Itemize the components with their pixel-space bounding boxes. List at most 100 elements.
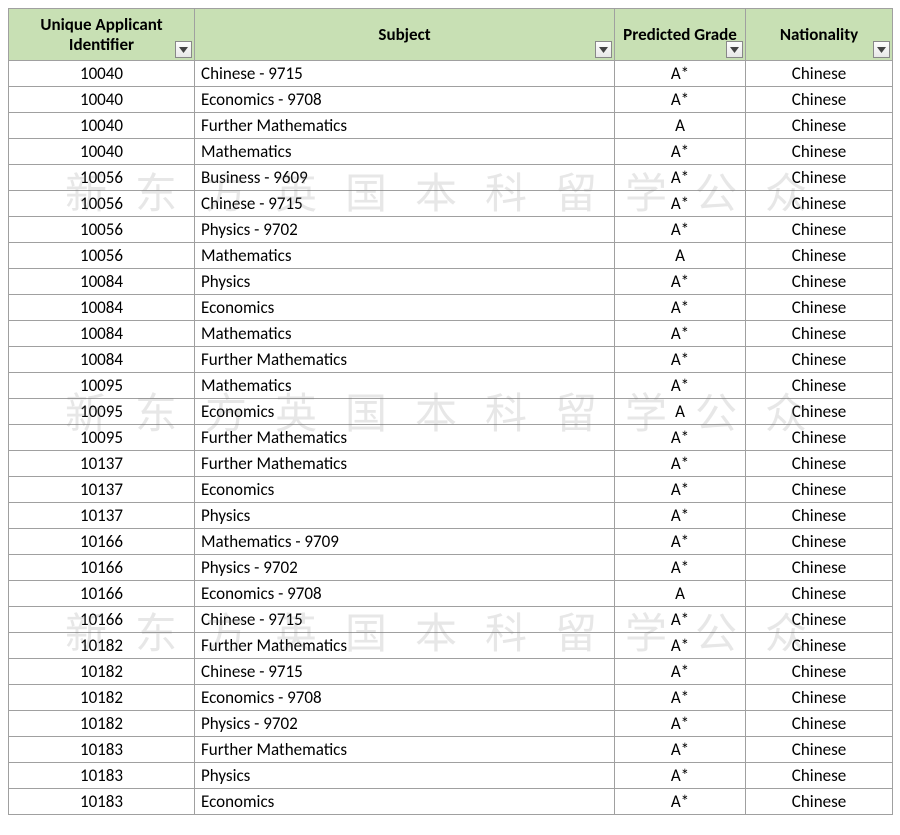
- cell-grade: A*: [615, 165, 746, 191]
- cell-nationality: Chinese: [746, 399, 893, 425]
- cell-grade: A: [615, 243, 746, 269]
- table-row: 10182Further MathematicsA*Chinese: [9, 633, 893, 659]
- cell-id: 10095: [9, 399, 195, 425]
- table-row: 10056Physics - 9702A*Chinese: [9, 217, 893, 243]
- cell-id: 10040: [9, 139, 195, 165]
- table-row: 10166Mathematics - 9709A*Chinese: [9, 529, 893, 555]
- cell-id: 10166: [9, 607, 195, 633]
- header-nationality: Nationality: [746, 9, 893, 61]
- cell-subject: Economics: [195, 789, 615, 815]
- cell-subject: Economics: [195, 295, 615, 321]
- cell-nationality: Chinese: [746, 373, 893, 399]
- cell-nationality: Chinese: [746, 191, 893, 217]
- cell-grade: A*: [615, 607, 746, 633]
- cell-id: 10182: [9, 633, 195, 659]
- cell-subject: Economics: [195, 477, 615, 503]
- cell-id: 10182: [9, 711, 195, 737]
- cell-id: 10183: [9, 789, 195, 815]
- table-row: 10040Economics - 9708A*Chinese: [9, 87, 893, 113]
- header-grade: Predicted Grade: [615, 9, 746, 61]
- cell-grade: A*: [615, 295, 746, 321]
- table-row: 10056Chinese - 9715A*Chinese: [9, 191, 893, 217]
- cell-grade: A*: [615, 529, 746, 555]
- cell-subject: Further Mathematics: [195, 737, 615, 763]
- cell-subject: Physics - 9702: [195, 555, 615, 581]
- cell-grade: A*: [615, 87, 746, 113]
- cell-id: 10040: [9, 87, 195, 113]
- cell-nationality: Chinese: [746, 789, 893, 815]
- cell-grade: A*: [615, 61, 746, 87]
- cell-id: 10095: [9, 373, 195, 399]
- cell-grade: A*: [615, 711, 746, 737]
- table-row: 10040MathematicsA*Chinese: [9, 139, 893, 165]
- cell-nationality: Chinese: [746, 61, 893, 87]
- cell-subject: Mathematics: [195, 243, 615, 269]
- cell-subject: Economics - 9708: [195, 87, 615, 113]
- cell-grade: A*: [615, 217, 746, 243]
- table-row: 10137PhysicsA*Chinese: [9, 503, 893, 529]
- cell-id: 10095: [9, 425, 195, 451]
- cell-id: 10040: [9, 61, 195, 87]
- chevron-down-icon: [877, 47, 886, 53]
- cell-nationality: Chinese: [746, 477, 893, 503]
- cell-nationality: Chinese: [746, 295, 893, 321]
- header-id: Unique Applicant Identifier: [9, 9, 195, 61]
- chevron-down-icon: [730, 47, 739, 53]
- cell-nationality: Chinese: [746, 503, 893, 529]
- cell-nationality: Chinese: [746, 113, 893, 139]
- table-row: 10095EconomicsAChinese: [9, 399, 893, 425]
- table-header-row: Unique Applicant Identifier Subject Pred…: [9, 9, 893, 61]
- cell-id: 10137: [9, 477, 195, 503]
- cell-nationality: Chinese: [746, 87, 893, 113]
- cell-nationality: Chinese: [746, 607, 893, 633]
- cell-grade: A*: [615, 191, 746, 217]
- cell-subject: Chinese - 9715: [195, 659, 615, 685]
- cell-grade: A*: [615, 659, 746, 685]
- table-row: 10182Economics - 9708A*Chinese: [9, 685, 893, 711]
- cell-id: 10084: [9, 347, 195, 373]
- table-row: 10040Chinese - 9715A*Chinese: [9, 61, 893, 87]
- cell-nationality: Chinese: [746, 425, 893, 451]
- table-row: 10137Further MathematicsA*Chinese: [9, 451, 893, 477]
- cell-subject: Economics - 9708: [195, 685, 615, 711]
- cell-nationality: Chinese: [746, 321, 893, 347]
- filter-button-id[interactable]: [175, 41, 192, 58]
- cell-nationality: Chinese: [746, 139, 893, 165]
- cell-grade: A*: [615, 269, 746, 295]
- cell-nationality: Chinese: [746, 581, 893, 607]
- cell-subject: Mathematics: [195, 139, 615, 165]
- header-subject-label: Subject: [374, 25, 434, 45]
- table-row: 10095MathematicsA*Chinese: [9, 373, 893, 399]
- cell-grade: A*: [615, 451, 746, 477]
- cell-id: 10137: [9, 503, 195, 529]
- cell-grade: A*: [615, 633, 746, 659]
- table-row: 10084EconomicsA*Chinese: [9, 295, 893, 321]
- cell-nationality: Chinese: [746, 243, 893, 269]
- header-nationality-label: Nationality: [776, 25, 862, 45]
- cell-nationality: Chinese: [746, 529, 893, 555]
- cell-grade: A*: [615, 425, 746, 451]
- cell-id: 10056: [9, 243, 195, 269]
- cell-nationality: Chinese: [746, 217, 893, 243]
- filter-button-subject[interactable]: [595, 41, 612, 58]
- table-row: 10183Further MathematicsA*Chinese: [9, 737, 893, 763]
- cell-subject: Economics - 9708: [195, 581, 615, 607]
- filter-button-nationality[interactable]: [873, 41, 890, 58]
- table-row: 10056MathematicsAChinese: [9, 243, 893, 269]
- header-grade-label: Predicted Grade: [619, 25, 741, 45]
- table-row: 10166Physics - 9702A*Chinese: [9, 555, 893, 581]
- cell-grade: A*: [615, 347, 746, 373]
- cell-nationality: Chinese: [746, 685, 893, 711]
- table-row: 10095Further MathematicsA*Chinese: [9, 425, 893, 451]
- cell-subject: Business - 9609: [195, 165, 615, 191]
- cell-subject: Physics: [195, 763, 615, 789]
- filter-button-grade[interactable]: [726, 41, 743, 58]
- cell-subject: Economics: [195, 399, 615, 425]
- table-row: 10040Further MathematicsAChinese: [9, 113, 893, 139]
- cell-subject: Further Mathematics: [195, 425, 615, 451]
- cell-subject: Physics: [195, 269, 615, 295]
- table-row: 10084Further MathematicsA*Chinese: [9, 347, 893, 373]
- cell-subject: Mathematics: [195, 321, 615, 347]
- table-row: 10183EconomicsA*Chinese: [9, 789, 893, 815]
- cell-grade: A*: [615, 321, 746, 347]
